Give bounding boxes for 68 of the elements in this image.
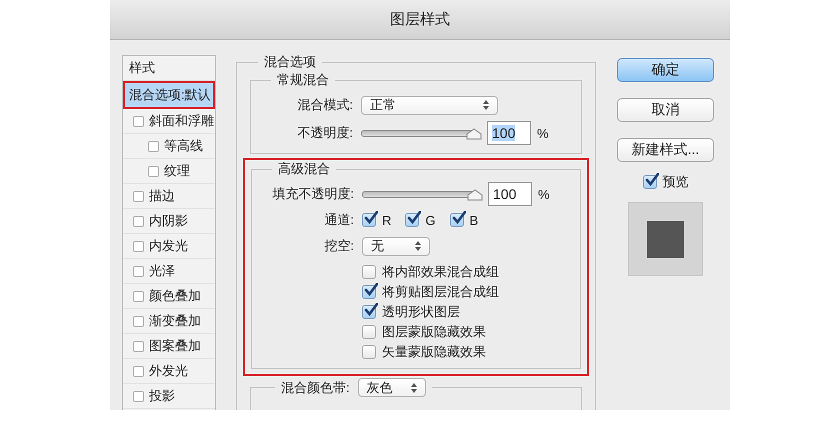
- sidebar-item[interactable]: 光泽: [123, 259, 215, 284]
- unit-label: %: [538, 186, 550, 202]
- sidebar-item[interactable]: 混合选项:默认: [123, 81, 215, 109]
- sidebar-item[interactable]: 渐变叠加: [123, 309, 215, 334]
- checkbox[interactable]: [362, 305, 376, 319]
- checkbox-label[interactable]: 透明形状图层: [382, 303, 460, 321]
- checkbox[interactable]: [362, 285, 376, 299]
- field-label: 填充不透明度:: [271, 185, 354, 203]
- checkbox-label[interactable]: 预览: [662, 173, 688, 191]
- checkbox[interactable]: [362, 345, 376, 359]
- field-label: 混合模式:: [296, 96, 353, 114]
- dropdown[interactable]: 无: [362, 236, 430, 256]
- sidebar-item[interactable]: 图案叠加: [123, 334, 215, 359]
- checkbox[interactable]: [148, 166, 159, 176]
- preview-square: [647, 220, 684, 258]
- group-title: 混合选项: [263, 53, 317, 71]
- sidebar-item[interactable]: 内阴影: [123, 209, 215, 234]
- checkbox-label[interactable]: 将内部效果混合成组: [382, 263, 499, 281]
- unit-label: %: [537, 126, 549, 140]
- sidebar-item[interactable]: 描边: [123, 184, 215, 209]
- updown-arrow-icon: [483, 100, 489, 110]
- checkbox-label[interactable]: B: [470, 212, 478, 228]
- checkbox[interactable]: [133, 240, 144, 252]
- checkbox[interactable]: [133, 390, 144, 402]
- checkbox-label[interactable]: G: [425, 212, 436, 228]
- checkbox[interactable]: [133, 216, 144, 226]
- checkbox[interactable]: [133, 340, 144, 352]
- slider-thumb[interactable]: [466, 128, 482, 140]
- checkbox[interactable]: [133, 316, 144, 326]
- field-label: 挖空:: [323, 237, 354, 255]
- group-title: 常规混合: [276, 71, 330, 89]
- dialog-button[interactable]: 新建样式...: [617, 138, 714, 162]
- checkbox-label[interactable]: R: [382, 212, 392, 228]
- dropdown[interactable]: 正常: [361, 96, 498, 114]
- checkbox[interactable]: [133, 266, 144, 276]
- checkbox[interactable]: [362, 325, 376, 339]
- dialog-button[interactable]: 确定: [617, 58, 714, 82]
- number-field[interactable]: 100: [488, 182, 532, 206]
- sidebar-item[interactable]: 斜面和浮雕: [123, 109, 215, 134]
- sidebar-item[interactable]: 颜色叠加: [123, 284, 215, 309]
- sidebar-item[interactable]: 内发光: [123, 234, 215, 259]
- checkbox[interactable]: [133, 290, 144, 302]
- updown-arrow-icon: [415, 241, 421, 251]
- sidebar-item[interactable]: 纹理: [123, 159, 215, 184]
- sidebar-item[interactable]: 外发光: [123, 359, 215, 384]
- checkbox[interactable]: [362, 213, 376, 227]
- sidebar-item[interactable]: 投影: [123, 384, 215, 409]
- checkbox[interactable]: [405, 213, 420, 227]
- sidebar-item[interactable]: 等高线: [123, 134, 215, 159]
- field-label: 混合颜色带:: [281, 378, 350, 396]
- updown-arrow-icon: [410, 382, 417, 392]
- field-label: 通道:: [323, 211, 354, 229]
- checkbox[interactable]: [148, 140, 159, 152]
- checkbox[interactable]: [133, 190, 144, 202]
- checkbox[interactable]: [133, 116, 144, 126]
- checkbox-label[interactable]: 矢量蒙版隐藏效果: [382, 343, 486, 361]
- group-title: 高级混合: [277, 160, 331, 178]
- checkbox[interactable]: [450, 213, 464, 227]
- field-label: 不透明度:: [296, 124, 353, 142]
- slider-thumb[interactable]: [467, 188, 483, 200]
- checkbox-label[interactable]: 图层蒙版隐藏效果: [382, 323, 486, 341]
- number-field[interactable]: 100: [487, 121, 531, 145]
- checkbox-label[interactable]: 将剪贴图层混合成组: [382, 283, 499, 301]
- dropdown[interactable]: 灰色: [358, 378, 426, 397]
- checkbox[interactable]: [133, 366, 144, 376]
- checkbox[interactable]: [642, 175, 656, 189]
- dialog-button[interactable]: 取消: [617, 98, 714, 122]
- checkbox[interactable]: [362, 265, 376, 279]
